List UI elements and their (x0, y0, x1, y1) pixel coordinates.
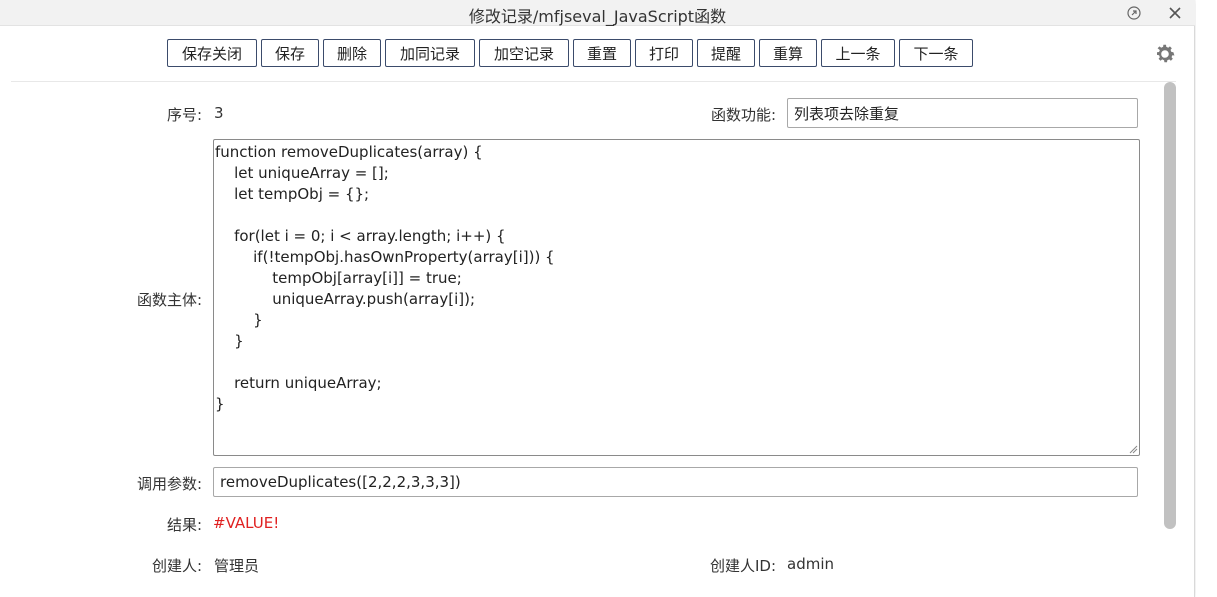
result-label: 结果: (166, 516, 202, 534)
creator-label: 创建人: (151, 557, 202, 575)
restore-icon[interactable] (1124, 3, 1144, 23)
delete-button[interactable]: 删除 (323, 39, 381, 67)
previous-record-button[interactable]: 上一条 (821, 39, 895, 67)
background-panel (1196, 0, 1217, 597)
call-params-input[interactable]: removeDuplicates([2,2,2,3,3,3]) (213, 467, 1138, 497)
creator-value: 管理员 (214, 557, 260, 575)
window-title: 修改记录/mfjseval_JavaScript函数 (468, 7, 727, 26)
close-icon[interactable] (1165, 3, 1185, 23)
func-feature-input[interactable]: 列表项去除重复 (787, 98, 1138, 128)
toolbar-divider (11, 81, 1176, 82)
next-record-button[interactable]: 下一条 (899, 39, 973, 67)
func-body-label: 函数主体: (136, 291, 202, 309)
resize-grip-icon[interactable] (1128, 444, 1138, 454)
save-close-button[interactable]: 保存关闭 (167, 39, 257, 67)
gear-icon[interactable] (1153, 42, 1177, 66)
creator-id-label: 创建人ID: (709, 557, 776, 575)
recalculate-button[interactable]: 重算 (759, 39, 817, 67)
func-body-textarea[interactable]: function removeDuplicates(array) { let u… (213, 139, 1140, 456)
vertical-scrollbar[interactable] (1164, 82, 1176, 529)
toolbar: 保存关闭 保存 删除 加同记录 加空记录 重置 打印 提醒 重算 上一条 下一条 (0, 39, 1195, 67)
seq-value: 3 (214, 104, 224, 122)
creator-id-value: admin (787, 555, 834, 573)
result-value: #VALUE! (213, 514, 280, 532)
remind-button[interactable]: 提醒 (697, 39, 755, 67)
title-bar: 修改记录/mfjseval_JavaScript函数 (0, 0, 1195, 26)
call-params-label: 调用参数: (136, 475, 202, 493)
add-empty-record-button[interactable]: 加空记录 (479, 39, 569, 67)
reset-button[interactable]: 重置 (573, 39, 631, 67)
add-same-record-button[interactable]: 加同记录 (385, 39, 475, 67)
print-button[interactable]: 打印 (635, 39, 693, 67)
func-feature-label: 函数功能: (710, 106, 776, 124)
save-button[interactable]: 保存 (261, 39, 319, 67)
seq-label: 序号: (166, 106, 202, 124)
edit-record-dialog: 修改记录/mfjseval_JavaScript函数 保存关闭 保存 删除 加同… (0, 0, 1195, 597)
